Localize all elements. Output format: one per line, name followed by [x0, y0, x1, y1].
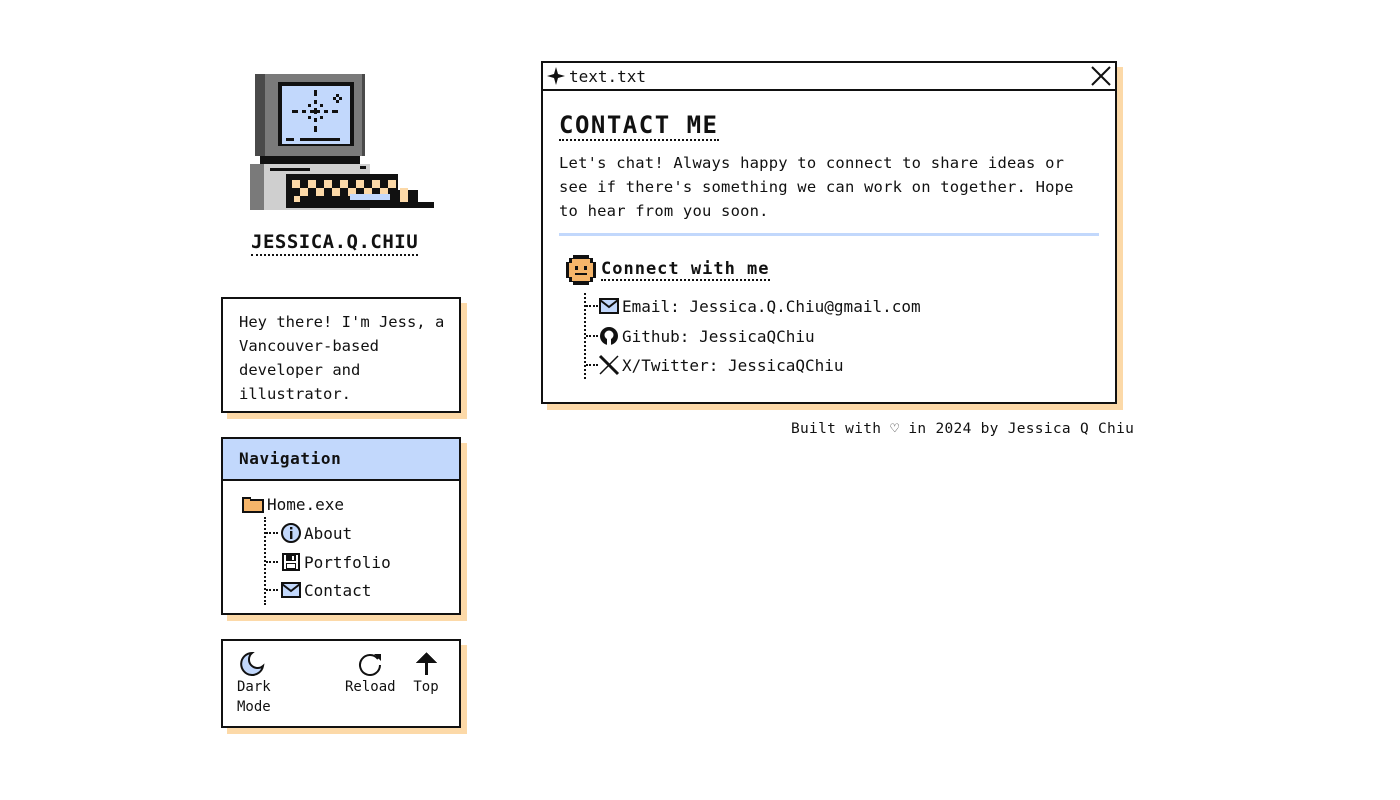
navigation-heading: Navigation — [223, 439, 459, 481]
reload-icon — [359, 654, 382, 676]
email-link-label: Email: Jessica.Q.Chiu@gmail.com — [622, 296, 921, 316]
navigation-panel: Navigation Home.exe About Portfolio Cont… — [221, 437, 461, 615]
envelope-icon — [599, 298, 619, 314]
window-title: text.txt — [569, 66, 647, 86]
top-label: Top — [413, 679, 439, 695]
moon-icon — [240, 651, 265, 676]
info-icon — [281, 523, 301, 543]
scroll-top-button[interactable]: Top — [413, 651, 439, 697]
contact-window: text.txt CONTACT ME Let's chat! Always h… — [541, 61, 1117, 404]
sparkle-icon — [547, 67, 565, 85]
window-titlebar: text.txt — [543, 63, 1115, 91]
github-link-label: Github: JessicaQChiu — [622, 326, 815, 346]
divider — [559, 233, 1099, 236]
toolbar-panel: Dark Mode Reload Top — [221, 639, 461, 728]
intro-text: Hey there! I'm Jess, a Vancouver-based d… — [239, 313, 445, 403]
nav-item-portfolio[interactable]: Portfolio — [266, 551, 391, 573]
dark-mode-label: Dark Mode — [237, 679, 271, 715]
email-link[interactable]: Email: Jessica.Q.Chiu@gmail.com — [586, 296, 921, 316]
floppy-disk-icon — [282, 553, 300, 571]
x-twitter-icon — [598, 354, 620, 376]
arrow-up-icon — [416, 652, 437, 675]
github-link[interactable]: Github: JessicaQChiu — [586, 325, 815, 347]
nav-item-label: About — [304, 523, 353, 543]
folder-icon — [242, 497, 264, 513]
envelope-icon — [281, 582, 301, 598]
nav-item-about[interactable]: About — [266, 522, 352, 544]
page-title: CONTACT ME — [559, 111, 719, 141]
smiley-face-icon — [566, 255, 596, 285]
computer-illustration — [250, 74, 434, 210]
nav-item-contact[interactable]: Contact — [266, 580, 371, 600]
twitter-link-label: X/Twitter: JessicaQChiu — [622, 355, 844, 375]
github-icon — [600, 327, 618, 345]
reload-button[interactable]: Reload — [345, 651, 396, 697]
intro-card: Hey there! I'm Jess, a Vancouver-based d… — [221, 297, 461, 413]
connect-heading-text: Connect with me — [601, 259, 770, 281]
contact-description: Let's chat! Always happy to connect to s… — [559, 154, 1074, 220]
footer-credit: Built with ♡ in 2024 by Jessica Q Chiu — [791, 421, 1135, 437]
reload-label: Reload — [345, 679, 396, 695]
twitter-link[interactable]: X/Twitter: JessicaQChiu — [586, 354, 844, 376]
close-icon[interactable] — [1089, 64, 1113, 88]
nav-item-label: Contact — [304, 580, 372, 600]
nav-home-label: Home.exe — [267, 494, 345, 514]
nav-home-link[interactable]: Home.exe — [241, 494, 344, 514]
nav-item-label: Portfolio — [304, 552, 391, 572]
connect-heading: Connect with me — [565, 254, 1099, 286]
dark-mode-button[interactable]: Dark Mode — [237, 651, 271, 717]
site-name: JESSICA.Q.CHIU — [251, 231, 419, 256]
